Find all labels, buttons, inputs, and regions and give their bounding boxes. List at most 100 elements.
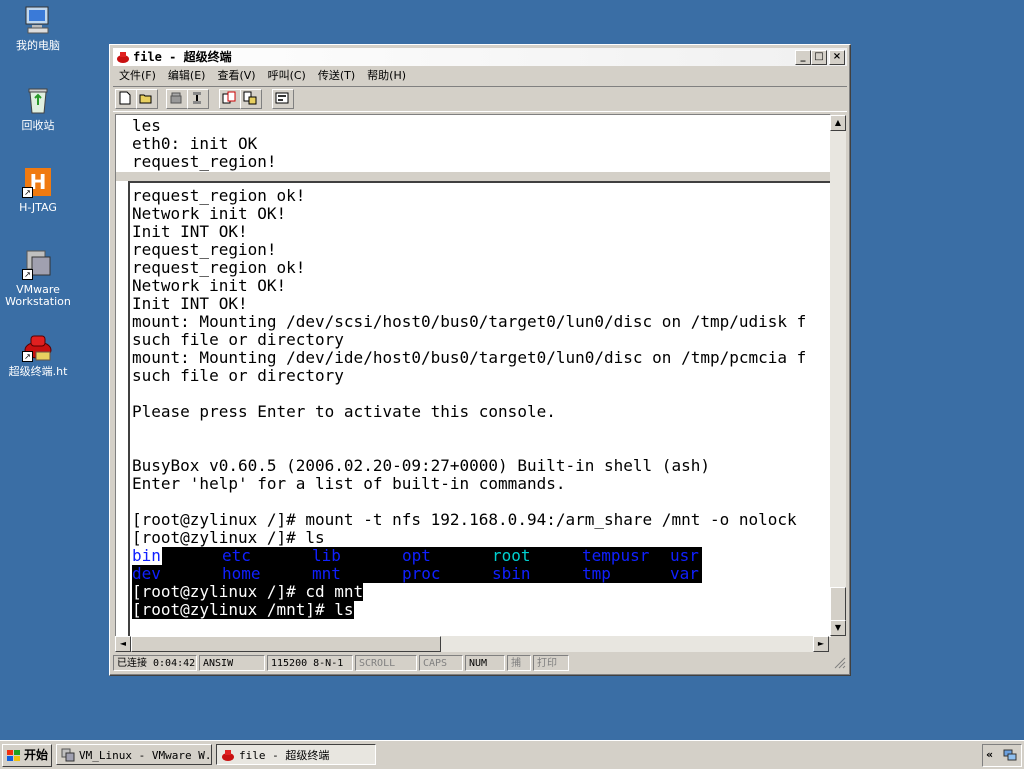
- ls-entry: bin: [132, 546, 161, 565]
- ls-entry: lib: [312, 546, 341, 565]
- ls-entry: dev: [132, 564, 161, 583]
- status-connected-time: 已连接 0:04:42: [113, 655, 197, 671]
- tray-expand-chevron-icon[interactable]: «: [986, 745, 993, 765]
- terminal-line: Network init OK!: [132, 204, 287, 223]
- ls-entry: sbin: [492, 564, 531, 583]
- ls-entry: var: [670, 564, 699, 583]
- terminal-line: mount: Mounting /dev/ide/host0/bus0/targ…: [132, 348, 807, 367]
- terminal-line: such file or directory: [132, 330, 344, 349]
- receive-file-icon: [243, 91, 257, 105]
- open-button[interactable]: [136, 89, 158, 109]
- terminal-scrollback: les eth0: init OK request_region!: [116, 115, 830, 180]
- toolbar: [113, 86, 847, 112]
- terminal-line: [root@zylinux /]# mount -t nfs 192.168.0…: [132, 510, 797, 529]
- ls-entry: tmp: [582, 564, 611, 583]
- ls-entry: root: [492, 546, 531, 565]
- status-emulation: ANSIW: [199, 655, 265, 671]
- disconnect-icon: [193, 92, 201, 104]
- shortcut-arrow-icon: ↗: [22, 187, 33, 198]
- desktop-icon-label: 回收站: [21, 119, 55, 132]
- menu-help[interactable]: 帮助(H): [361, 67, 412, 85]
- terminal-line: Init INT OK!: [132, 222, 248, 241]
- menu-view[interactable]: 查看(V): [211, 67, 261, 85]
- vertical-scroll-thumb[interactable]: [830, 587, 846, 621]
- taskbar-button-hyperterminal[interactable]: file - 超级终端: [216, 744, 376, 765]
- terminal-line: eth0: init OK: [132, 134, 258, 153]
- desktop-icon-recycle-bin[interactable]: 回收站: [0, 84, 76, 132]
- horizontal-scrollbar[interactable]: ◄ ►: [115, 636, 829, 652]
- properties-button[interactable]: [272, 89, 294, 109]
- menu-call[interactable]: 呼叫(C): [262, 67, 312, 85]
- status-caps: CAPS: [419, 655, 463, 671]
- window-title: file - 超级终端: [133, 50, 232, 64]
- ls-entry: opt: [402, 546, 431, 565]
- new-file-icon: [119, 91, 131, 105]
- disconnect-button[interactable]: [187, 89, 209, 109]
- scroll-left-button[interactable]: ◄: [115, 636, 131, 652]
- terminal-line: mount: Mounting /dev/scsi/host0/bus0/tar…: [132, 312, 807, 331]
- shortcut-arrow-icon: ↗: [22, 269, 33, 280]
- desktop-icon-vmware[interactable]: ↗ VMware Workstation: [0, 248, 76, 308]
- ls-entry: home: [222, 564, 261, 583]
- network-icon[interactable]: [1003, 748, 1017, 762]
- minimize-button[interactable]: _: [795, 50, 811, 65]
- status-print: 打印: [533, 655, 569, 671]
- menu-transfer[interactable]: 传送(T): [312, 67, 361, 85]
- ls-entry: mnt: [312, 564, 341, 583]
- vmware-icon: [61, 748, 75, 762]
- terminal-line: [root@zylinux /mnt]# ls: [132, 600, 354, 619]
- status-scroll: SCROLL: [355, 655, 417, 671]
- properties-icon: [275, 92, 289, 104]
- terminal-line: Init INT OK!: [132, 294, 248, 313]
- terminal-line: Please press Enter to activate this cons…: [132, 402, 556, 421]
- hyperterminal-icon: ↗: [22, 330, 54, 362]
- terminal-screen[interactable]: request_region ok! Network init OK! Init…: [128, 181, 830, 636]
- receive-button[interactable]: [240, 89, 262, 109]
- status-port-settings: 115200 8-N-1: [267, 655, 353, 671]
- hyperterminal-window: file - 超级终端 _ □ × 文件(F) 编辑(E) 查看(V) 呼叫(C) 传送…: [109, 44, 851, 676]
- terminal-line: Network init OK!: [132, 276, 287, 295]
- terminal-line: request_region ok!: [132, 258, 306, 277]
- scroll-down-button[interactable]: ▼: [830, 620, 846, 636]
- desktop-icon-hyperterminal[interactable]: ↗ 超级终端.ht: [0, 330, 76, 378]
- desktop-icon-h-jtag[interactable]: H ↗ H-JTAG: [0, 166, 76, 214]
- terminal-line: request_region ok!: [132, 186, 306, 205]
- title-bar[interactable]: file - 超级终端 _ □ ×: [113, 48, 847, 66]
- horizontal-scroll-thumb[interactable]: [131, 636, 441, 652]
- maximize-button[interactable]: □: [811, 50, 827, 65]
- menu-bar: 文件(F) 编辑(E) 查看(V) 呼叫(C) 传送(T) 帮助(H): [113, 67, 847, 85]
- shortcut-arrow-icon: ↗: [22, 351, 33, 362]
- terminal-line: request_region!: [132, 240, 277, 259]
- menu-edit[interactable]: 编辑(E): [162, 67, 212, 85]
- ls-entry: tempusr: [582, 546, 650, 565]
- desktop-icon-my-computer[interactable]: 我的电脑: [0, 4, 76, 52]
- status-num: NUM: [465, 655, 505, 671]
- terminal-area[interactable]: les eth0: init OK request_region! reques…: [115, 114, 831, 637]
- desktop-icon-label: 超级终端.ht: [8, 365, 68, 378]
- start-button[interactable]: 开始: [2, 744, 52, 767]
- send-button[interactable]: [219, 89, 241, 109]
- scroll-right-button[interactable]: ►: [813, 636, 829, 652]
- computer-icon: [22, 4, 54, 36]
- recycle-bin-icon: [22, 84, 54, 116]
- call-button[interactable]: [166, 89, 188, 109]
- send-file-icon: [222, 91, 236, 104]
- taskbar: 开始 VM_Linux - VMware W... file - 超级终端 «: [0, 740, 1024, 769]
- hyperterminal-icon: [222, 750, 234, 761]
- terminal-line: request_region!: [132, 152, 277, 171]
- scroll-up-button[interactable]: ▲: [830, 115, 846, 131]
- desktop-icon-label-line2: Workstation: [5, 295, 71, 308]
- hyperterminal-app-icon[interactable]: [116, 50, 130, 64]
- close-button[interactable]: ×: [829, 50, 845, 65]
- taskbar-button-vmware[interactable]: VM_Linux - VMware W...: [56, 744, 212, 765]
- menu-file[interactable]: 文件(F): [113, 67, 162, 85]
- vertical-scrollbar[interactable]: ▲ ▼: [830, 115, 846, 636]
- new-button[interactable]: [115, 89, 137, 109]
- taskbar-button-label: VM_Linux - VMware W...: [79, 749, 212, 762]
- resize-grip-icon[interactable]: [834, 657, 846, 669]
- start-label: 开始: [24, 748, 49, 762]
- terminal-split-divider[interactable]: [116, 172, 830, 181]
- ls-entry: proc: [402, 564, 441, 583]
- vmware-icon: ↗: [22, 248, 54, 280]
- system-tray: «: [982, 744, 1022, 767]
